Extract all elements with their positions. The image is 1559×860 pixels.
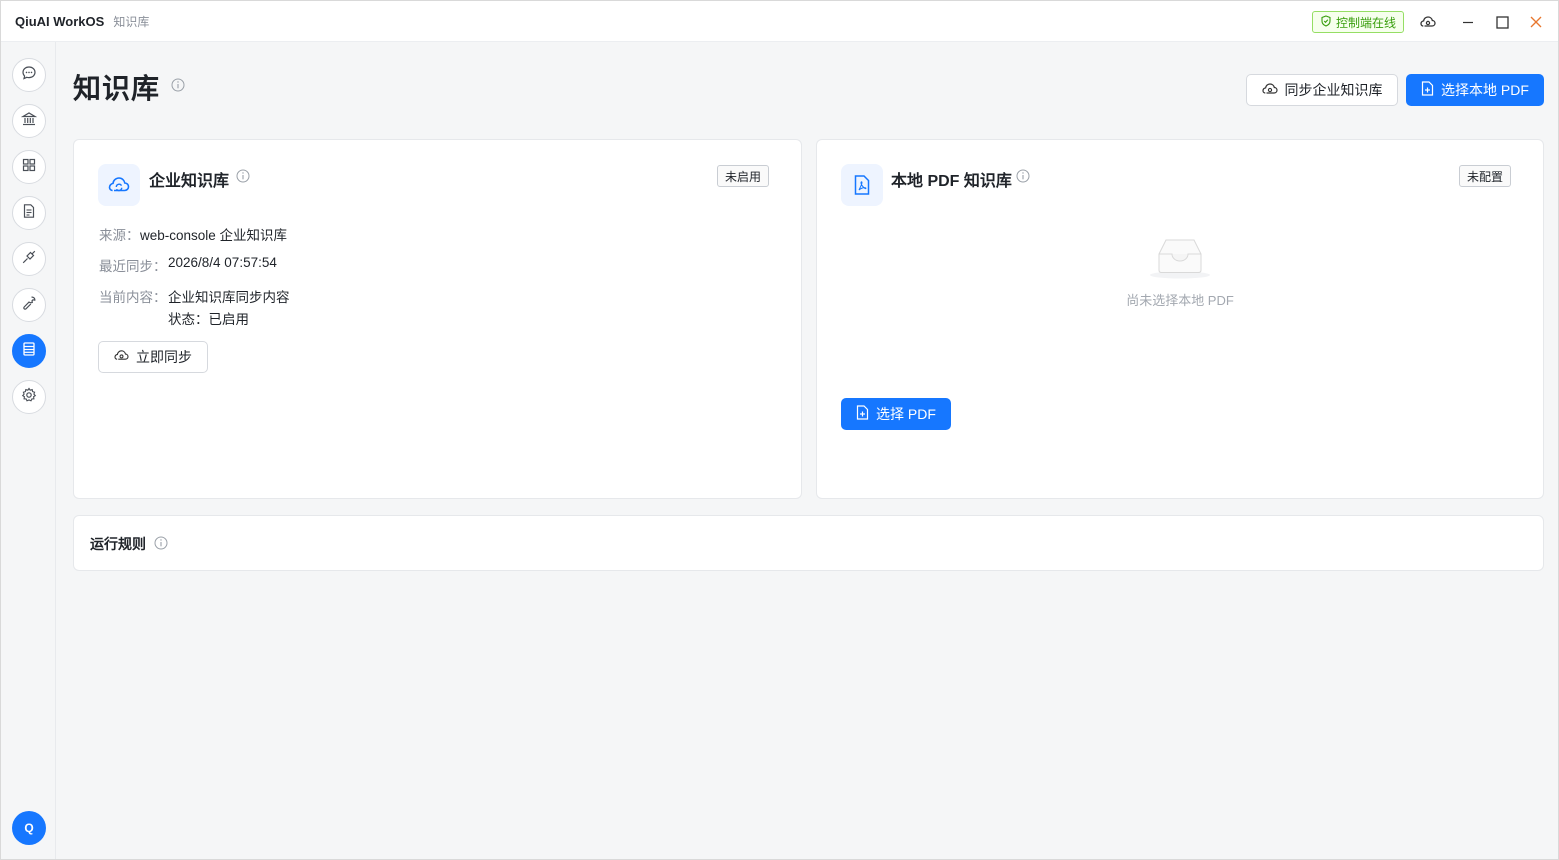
grid-icon <box>21 157 37 178</box>
cloud-sync-icon <box>98 164 140 206</box>
sidebar-item-chat[interactable] <box>12 58 46 92</box>
sidebar-item-documents[interactable] <box>12 196 46 230</box>
pdf-file-icon <box>841 164 883 206</box>
cloud-sync-icon <box>114 349 129 365</box>
knowledge-icon <box>21 341 37 362</box>
current-content-value: 企业知识库同步内容 <box>168 290 290 305</box>
sync-now-button[interactable]: 立即同步 <box>98 341 208 373</box>
empty-inbox-icon <box>1147 236 1213 285</box>
document-icon <box>21 203 37 224</box>
last-sync-label: 最近同步： <box>99 259 167 274</box>
select-local-pdf-label: 选择本地 PDF <box>1441 82 1529 98</box>
last-sync-value: 2026/8/4 07:57:54 <box>168 255 277 270</box>
select-local-pdf-button[interactable]: 选择本地 PDF <box>1406 74 1544 106</box>
source-value: web-console 企业知识库 <box>140 228 288 243</box>
avatar-initial: Q <box>24 821 34 835</box>
console-status-label: 控制端在线 <box>1336 15 1397 30</box>
info-icon[interactable] <box>154 536 168 550</box>
info-icon[interactable] <box>236 169 250 183</box>
local-pdf-knowledge-card: 本地 PDF 知识库 未配置 尚未选择本地 PDF 选择 PDF <box>816 139 1544 499</box>
sync-enterprise-button[interactable]: 同步企业知识库 <box>1246 74 1398 106</box>
sidebar-item-bank[interactable] <box>12 104 46 138</box>
file-add-icon <box>856 405 869 423</box>
select-pdf-button[interactable]: 选择 PDF <box>841 398 951 430</box>
cloud-sync-icon <box>1261 82 1278 99</box>
sidebar-item-integrations[interactable] <box>12 242 46 276</box>
enabled-status-line: 状态：已启用 <box>168 312 249 327</box>
title-bar: QiuAI WorkOS 知识库 控制端在线 <box>1 1 1558 42</box>
pdf-card-title: 本地 PDF 知识库 <box>891 173 1012 190</box>
sync-enterprise-label: 同步企业知识库 <box>1284 82 1383 98</box>
run-rules-card[interactable]: 运行规则 <box>73 515 1544 571</box>
console-status-badge: 控制端在线 <box>1312 11 1405 33</box>
user-avatar[interactable]: Q <box>12 811 46 845</box>
app-window: QiuAI WorkOS 知识库 控制端在线 Q 知识库 同步企业知识库 选择本… <box>0 0 1559 860</box>
sidebar: Q <box>1 42 56 859</box>
close-button[interactable] <box>1525 11 1547 33</box>
info-icon[interactable] <box>1016 169 1030 183</box>
chat-bubble-icon <box>21 65 37 86</box>
app-name: QiuAI WorkOS <box>15 13 105 29</box>
shield-check-icon <box>1320 14 1332 30</box>
minimize-button[interactable] <box>1457 11 1479 33</box>
sync-now-label: 立即同步 <box>136 349 192 365</box>
sidebar-item-settings[interactable] <box>12 380 46 414</box>
cloud-sync-icon[interactable] <box>1417 11 1439 33</box>
window-subtitle: 知识库 <box>113 14 150 29</box>
plug-icon <box>21 249 37 270</box>
run-rules-title: 运行规则 <box>90 536 146 552</box>
sidebar-item-knowledge[interactable] <box>12 334 46 368</box>
bank-icon <box>20 111 38 132</box>
info-icon[interactable] <box>171 78 185 92</box>
source-label: 来源： <box>99 228 140 243</box>
page-title: 知识库 <box>73 73 161 104</box>
wrench-icon <box>21 295 37 316</box>
select-pdf-label: 选择 PDF <box>876 406 936 422</box>
enterprise-card-title: 企业知识库 <box>149 173 230 190</box>
empty-state-text: 尚未选择本地 PDF <box>1126 293 1234 308</box>
current-content-label: 当前内容： <box>99 290 167 305</box>
maximize-button[interactable] <box>1491 11 1513 33</box>
gear-icon <box>21 387 37 408</box>
file-add-icon <box>1421 81 1434 99</box>
enterprise-knowledge-card: 企业知识库 未启用 来源： web-console 企业知识库 最近同步： 20… <box>73 139 802 499</box>
sidebar-item-tools[interactable] <box>12 288 46 322</box>
enterprise-status-tag: 未启用 <box>717 165 770 187</box>
sidebar-item-apps[interactable] <box>12 150 46 184</box>
pdf-status-tag: 未配置 <box>1459 165 1512 187</box>
